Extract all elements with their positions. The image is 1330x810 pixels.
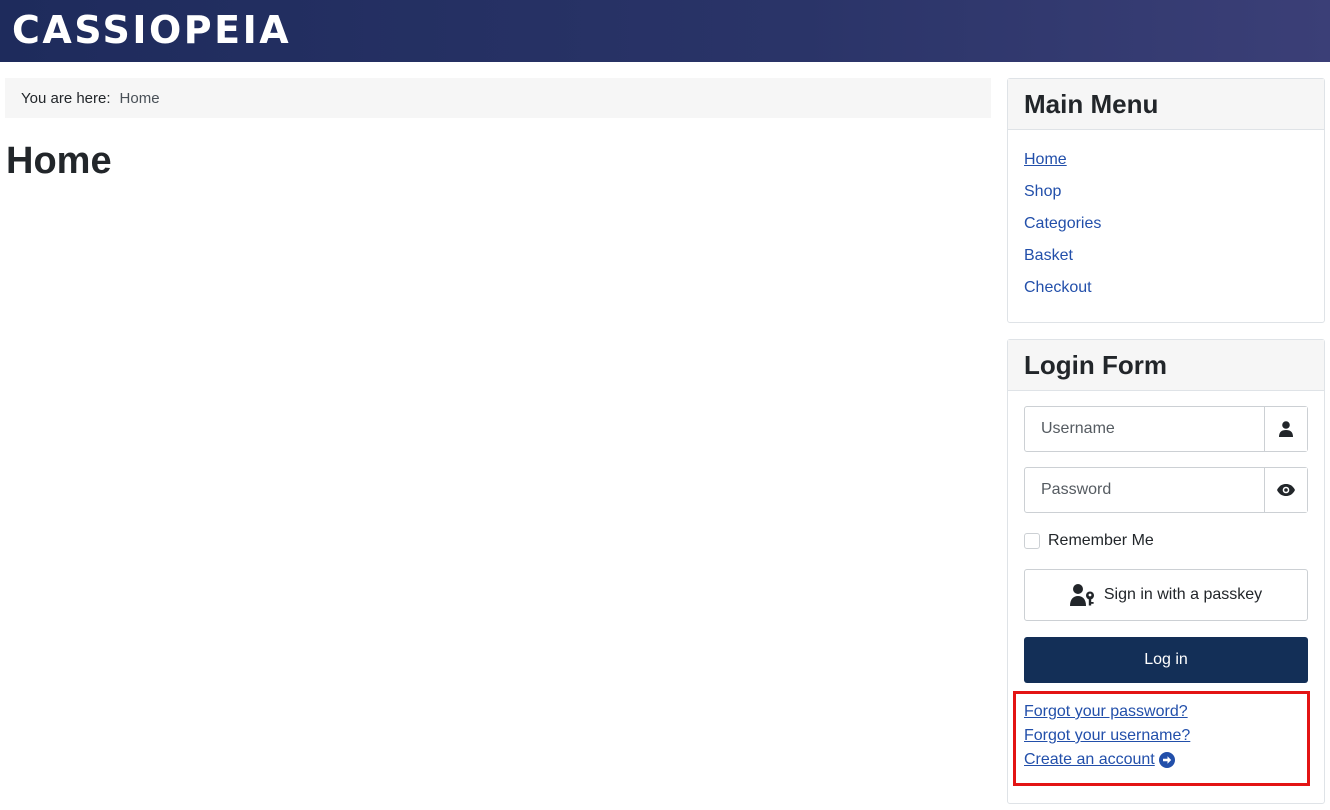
main-menu-module: Main Menu Home Shop Categories Basket Ch… (1007, 78, 1325, 323)
forgot-username-link[interactable]: Forgot your username? (1024, 727, 1190, 745)
password-field (1024, 467, 1308, 513)
page-title: Home (6, 140, 112, 182)
forgot-password-link[interactable]: Forgot your password? (1024, 703, 1188, 721)
menu-link-checkout[interactable]: Checkout (1024, 279, 1092, 297)
menu-item-basket: Basket (1024, 240, 1308, 272)
create-account-link[interactable]: Create an account (1024, 751, 1155, 769)
remember-me: Remember Me (1024, 532, 1154, 550)
user-key-icon (1069, 584, 1094, 606)
menu-link-categories[interactable]: Categories (1024, 215, 1101, 233)
login-button[interactable]: Log in (1024, 637, 1308, 683)
user-icon (1279, 421, 1293, 437)
username-field (1024, 406, 1308, 452)
login-form-title: Login Form (1008, 340, 1324, 391)
passkey-label: Sign in with a passkey (1103, 586, 1263, 603)
login-link-item: Create an account (1024, 748, 1190, 772)
main-menu-list: Home Shop Categories Basket Checkout (1008, 130, 1324, 304)
menu-item-shop: Shop (1024, 176, 1308, 208)
username-input[interactable] (1025, 407, 1264, 451)
login-links: Forgot your password? Forgot your userna… (1024, 700, 1190, 772)
site-header: CASSIOPEIA (0, 0, 1330, 62)
breadcrumb: You are here: Home (5, 78, 991, 118)
site-logo[interactable]: CASSIOPEIA (12, 9, 291, 51)
login-link-item: Forgot your username? (1024, 724, 1190, 748)
main-menu-title: Main Menu (1008, 79, 1324, 130)
arrow-circle-right-icon (1158, 752, 1175, 768)
menu-link-basket[interactable]: Basket (1024, 247, 1073, 265)
passkey-button[interactable]: Sign in with a passkey (1024, 569, 1308, 621)
login-form-module: Login Form Remember Me (1007, 339, 1325, 804)
show-password-button[interactable] (1264, 468, 1307, 512)
breadcrumb-prefix: You are here: (21, 89, 111, 107)
menu-item-checkout: Checkout (1024, 272, 1308, 304)
eye-icon (1277, 484, 1295, 496)
menu-item-home: Home (1024, 144, 1308, 176)
remember-me-label: Remember Me (1048, 532, 1154, 549)
remember-me-checkbox[interactable] (1024, 533, 1040, 549)
breadcrumb-current: Home (119, 89, 160, 107)
login-link-item: Forgot your password? (1024, 700, 1190, 724)
menu-item-categories: Categories (1024, 208, 1308, 240)
username-addon (1264, 407, 1307, 451)
menu-link-shop[interactable]: Shop (1024, 183, 1061, 201)
password-input[interactable] (1025, 468, 1264, 512)
menu-link-home[interactable]: Home (1024, 151, 1067, 169)
